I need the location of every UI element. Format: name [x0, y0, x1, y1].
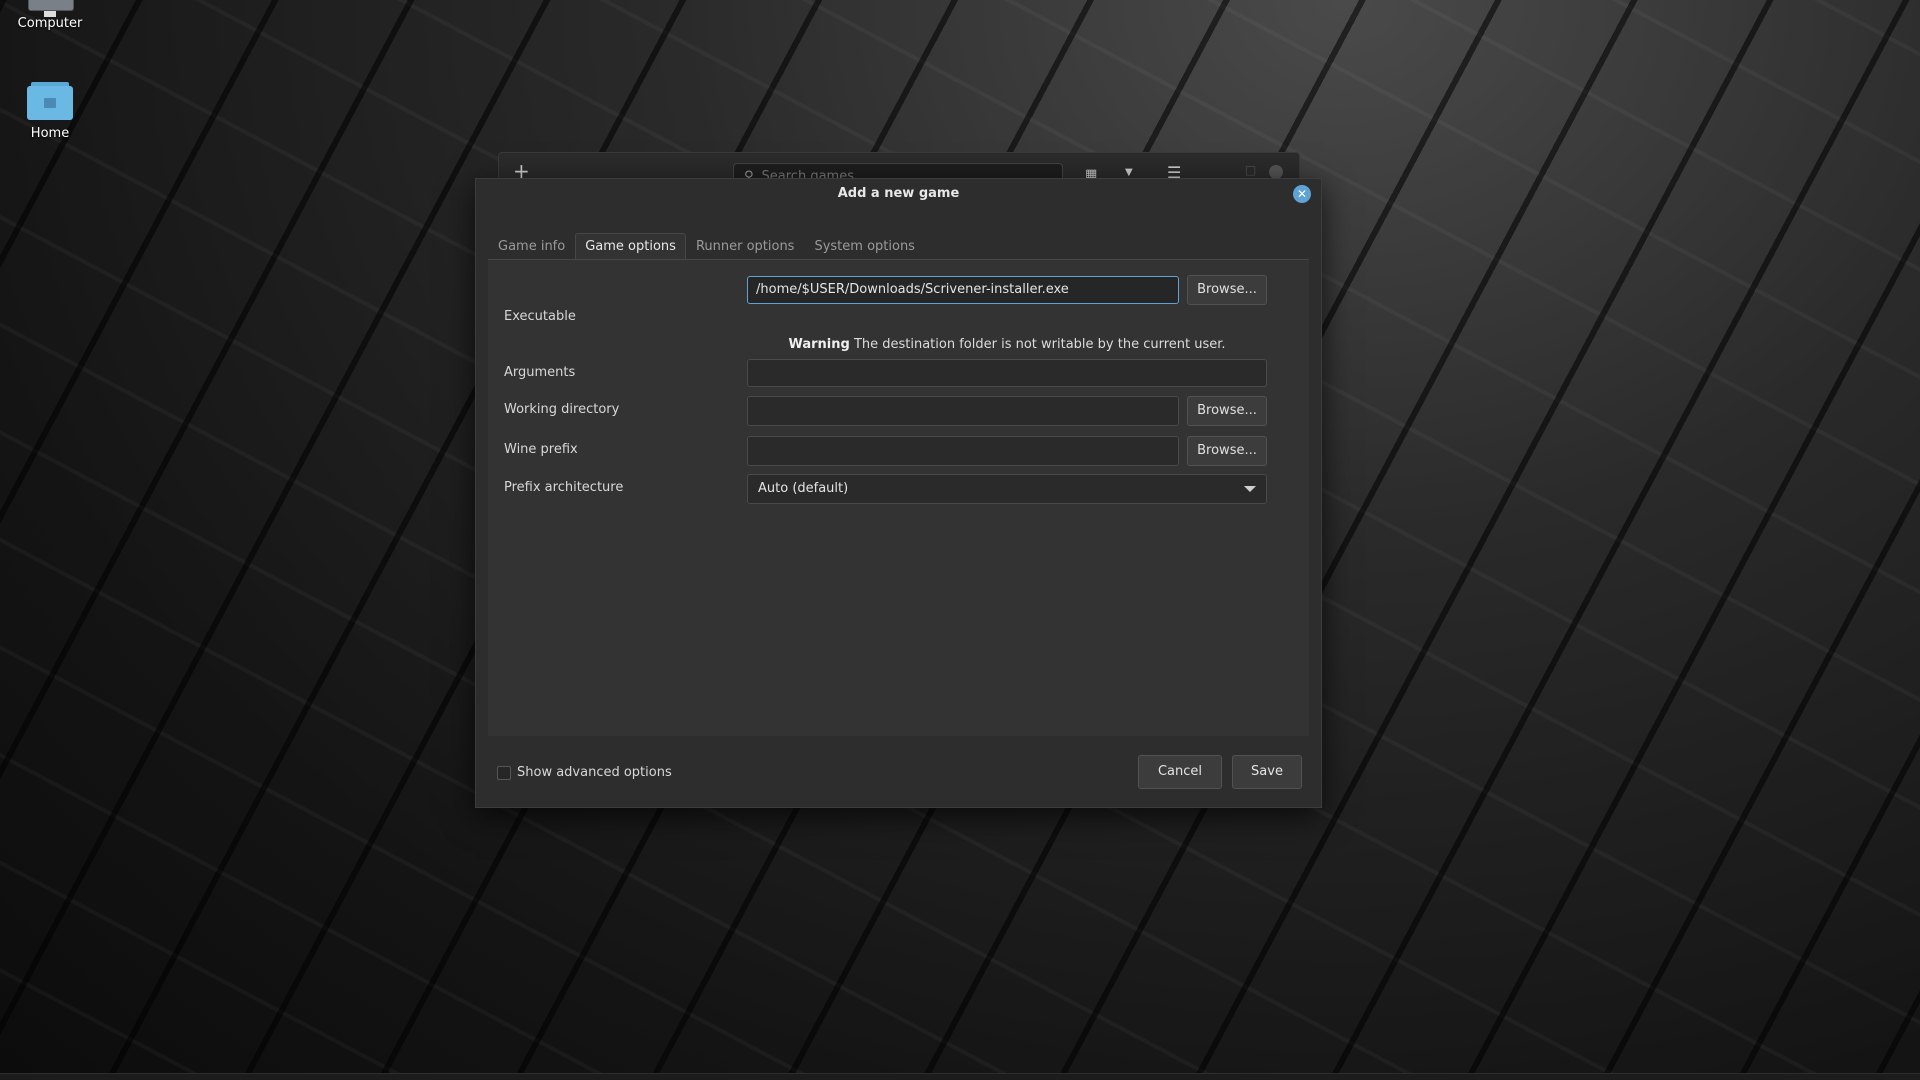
tab-game-info[interactable]: Game info: [488, 233, 575, 260]
prefix-architecture-label: Prefix architecture: [504, 480, 624, 495]
working-directory-label: Working directory: [504, 402, 620, 417]
desktop-icon-label: Computer: [17, 16, 83, 31]
wine-prefix-browse-button[interactable]: Browse...: [1187, 436, 1267, 466]
executable-warning: Warning The destination folder is not wr…: [747, 337, 1267, 352]
close-icon[interactable]: [1269, 165, 1283, 179]
cancel-button[interactable]: Cancel: [1138, 755, 1222, 789]
executable-label: Executable: [504, 309, 576, 324]
warning-title: Warning: [788, 337, 850, 352]
working-directory-browse-button[interactable]: Browse...: [1187, 396, 1267, 426]
chevron-down-icon[interactable]: ▼: [1125, 167, 1133, 178]
chevron-down-icon: [1244, 486, 1256, 492]
add-game-dialog: Add a new game ✕ Game info Game options Ru…: [475, 178, 1322, 808]
computer-icon: [28, 0, 74, 17]
tab-runner-options[interactable]: Runner options: [686, 233, 805, 260]
tab-game-options[interactable]: Game options: [575, 233, 686, 260]
desktop-icon-home[interactable]: Home: [10, 82, 90, 141]
maximize-icon[interactable]: □: [1245, 163, 1256, 177]
prefix-architecture-value: Auto (default): [758, 481, 849, 496]
working-directory-input[interactable]: [747, 396, 1179, 426]
tab-system-options[interactable]: System options: [804, 233, 925, 260]
dialog-titlebar: Add a new game ✕: [476, 179, 1321, 209]
dialog-close-icon[interactable]: ✕: [1293, 185, 1311, 203]
show-advanced-options[interactable]: Show advanced options: [497, 765, 672, 780]
arguments-input[interactable]: [747, 359, 1267, 387]
executable-input[interactable]: /home/$USER/Downloads/Scrivener-installe…: [747, 276, 1179, 304]
desktop-icon-label: Home: [30, 126, 70, 141]
executable-browse-button[interactable]: Browse...: [1187, 275, 1267, 305]
wine-prefix-label: Wine prefix: [504, 442, 578, 457]
home-folder-icon: [27, 82, 73, 120]
arguments-label: Arguments: [504, 365, 576, 380]
dialog-title: Add a new game: [837, 186, 960, 201]
game-options-panel: Executable /home/$USER/Downloads/Scriven…: [488, 259, 1309, 736]
prefix-architecture-select[interactable]: Auto (default): [747, 474, 1267, 504]
advanced-options-checkbox[interactable]: [497, 765, 511, 780]
taskbar-edge: [0, 1073, 1920, 1080]
tab-bar: Game info Game options Runner options Syste…: [488, 233, 925, 260]
desktop-icon-computer[interactable]: Computer: [10, 0, 90, 31]
save-button[interactable]: Save: [1232, 755, 1302, 789]
advanced-options-label: Show advanced options: [517, 765, 672, 780]
warning-text: The destination folder is not writable b…: [853, 337, 1226, 352]
wine-prefix-input[interactable]: [747, 436, 1179, 466]
